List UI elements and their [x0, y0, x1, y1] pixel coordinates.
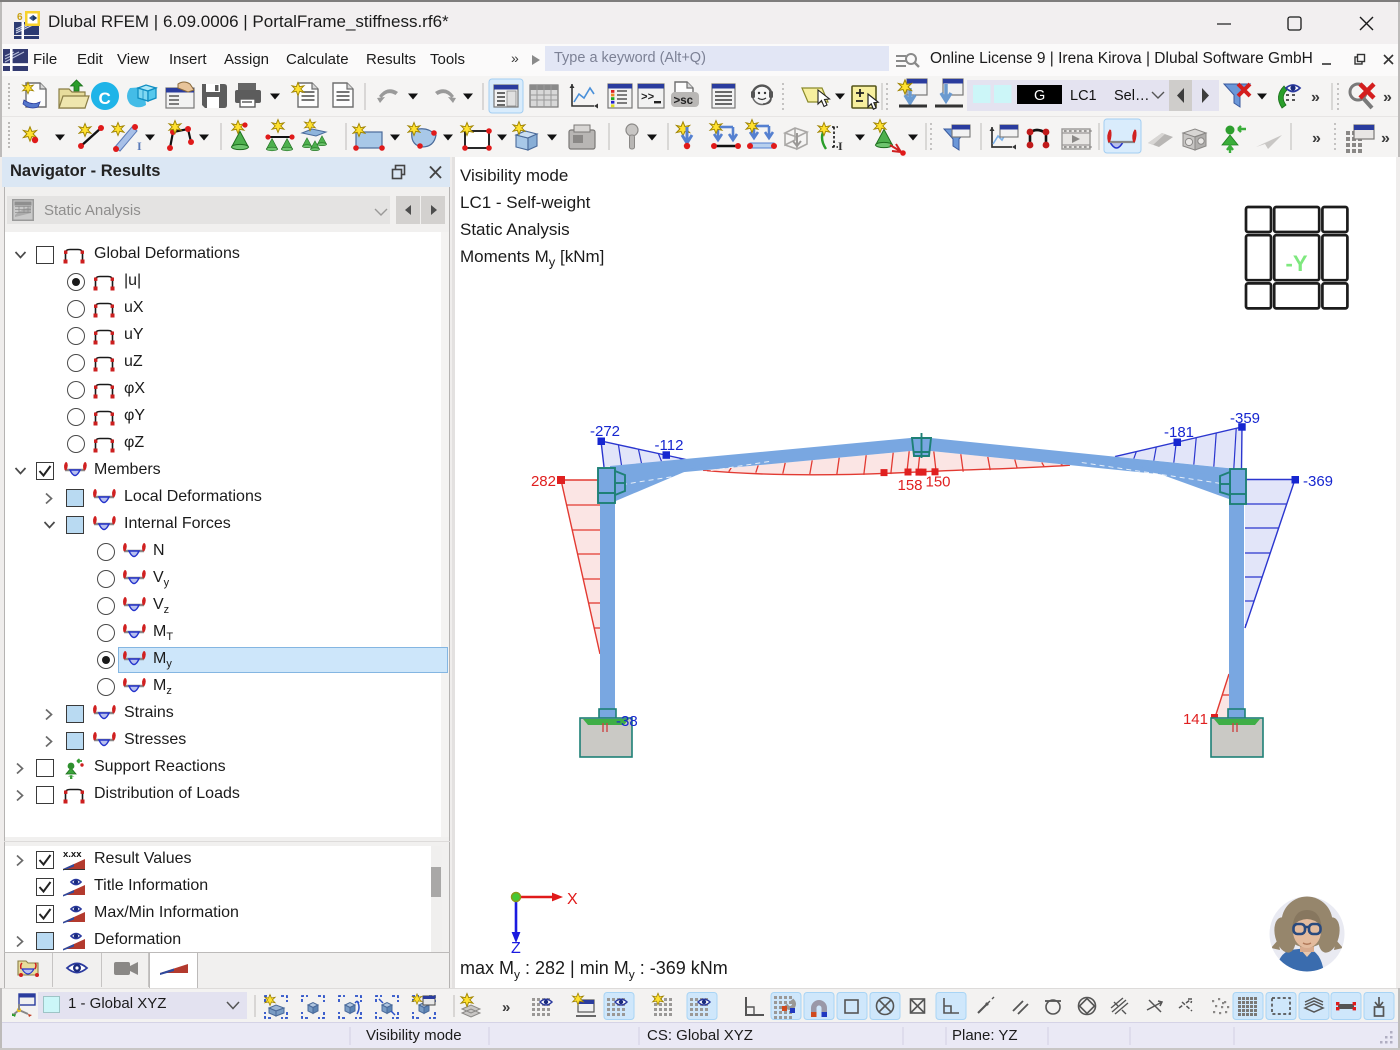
svg-text:>sc: >sc [674, 95, 694, 107]
svg-text:Z: Z [511, 940, 521, 957]
svg-text:Sel…: Sel… [1114, 88, 1149, 104]
svg-text:-181: -181 [1164, 424, 1194, 441]
svg-text:-Y: -Y [1286, 251, 1308, 276]
svg-text:»: » [1311, 89, 1320, 106]
svg-text:282: 282 [531, 473, 556, 490]
svg-text:G: G [1034, 88, 1045, 104]
svg-text:-272: -272 [590, 423, 620, 440]
svg-text:C: C [99, 89, 111, 108]
svg-text:>>: >> [641, 92, 655, 104]
svg-text:»: » [1312, 130, 1321, 147]
svg-text:150: 150 [925, 474, 950, 491]
svg-text:6: 6 [17, 12, 23, 23]
svg-text:-38: -38 [616, 713, 638, 730]
svg-text:»: » [1381, 130, 1390, 147]
svg-text:»: » [502, 999, 510, 1016]
svg-text:I: I [137, 139, 142, 153]
svg-text:141: 141 [1183, 711, 1208, 728]
svg-text:»: » [1383, 89, 1392, 106]
svg-text:-359: -359 [1230, 410, 1260, 427]
svg-text:I: I [838, 139, 843, 153]
svg-text:LC1: LC1 [1070, 88, 1097, 104]
svg-text:x.xx: x.xx [63, 849, 82, 860]
svg-text:158: 158 [897, 477, 922, 494]
svg-text:-112: -112 [655, 437, 684, 454]
svg-text:-369: -369 [1303, 473, 1333, 490]
svg-text:X: X [567, 891, 578, 908]
